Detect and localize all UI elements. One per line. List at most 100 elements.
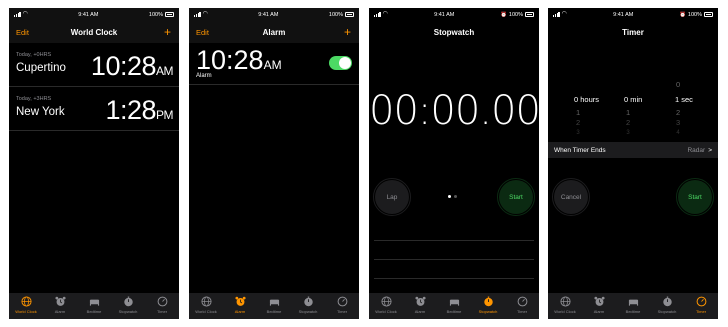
edit-button[interactable]: Edit bbox=[196, 28, 209, 37]
tab-world-clock[interactable]: World Clock bbox=[189, 293, 223, 319]
status-time: 9:41 AM bbox=[434, 11, 455, 18]
add-button[interactable]: + bbox=[164, 26, 171, 38]
page-title: World Clock bbox=[70, 27, 118, 37]
globe-icon bbox=[559, 296, 571, 307]
nav-bar: Edit Alarm + bbox=[189, 21, 359, 43]
alarm-row[interactable]: 10:28AM Alarm bbox=[189, 43, 359, 85]
chevron-right-icon: > bbox=[708, 146, 712, 154]
tab-alarm[interactable]: Alarm bbox=[403, 293, 437, 319]
alarm-label: Alarm bbox=[196, 73, 212, 79]
tab-world-clock[interactable]: World Clock bbox=[548, 293, 582, 319]
tab-timer[interactable]: Timer bbox=[325, 293, 359, 319]
list-item[interactable]: Today, +0HRS Cupertino 10:28AM bbox=[9, 43, 179, 87]
tab-bedtime[interactable]: Bedtime bbox=[257, 293, 291, 319]
nav-bar: Stopwatch bbox=[369, 21, 539, 43]
duration-picker[interactable]: 0 0 hours 0 min 1 sec 123 123 234 bbox=[548, 68, 718, 138]
globe-icon bbox=[380, 296, 392, 307]
status-bar: ◠ 9:41 AM ⏰ 100% bbox=[369, 8, 539, 21]
city-name: New York bbox=[16, 106, 65, 118]
sec-column[interactable]: 234 bbox=[676, 108, 680, 138]
tab-label: Stopwatch bbox=[298, 309, 318, 314]
signal-icon bbox=[194, 12, 201, 17]
tab-label: Bedtime bbox=[86, 309, 102, 314]
alarm-clock-icon bbox=[593, 296, 605, 307]
status-time: 9:41 AM bbox=[258, 11, 279, 18]
wifi-icon: ◠ bbox=[382, 11, 388, 17]
timer-screen: ◠ 9:41 AM ⏰ 100% Timer 0 0 hours 0 min 1 … bbox=[548, 8, 718, 319]
alarm-clock-icon bbox=[234, 296, 246, 307]
battery-icon bbox=[344, 12, 354, 17]
battery-icon bbox=[704, 12, 713, 17]
page-title: Stopwatch bbox=[433, 27, 475, 37]
tab-stopwatch[interactable]: Stopwatch bbox=[291, 293, 325, 319]
timer-icon bbox=[517, 296, 528, 307]
add-button[interactable]: + bbox=[344, 26, 351, 38]
stopwatch-icon bbox=[123, 296, 134, 307]
start-button[interactable]: Start bbox=[497, 178, 535, 216]
alarm-status-icon: ⏰ bbox=[500, 11, 507, 18]
tab-label: Timer bbox=[695, 309, 707, 314]
tab-label: Timer bbox=[156, 309, 168, 314]
page-indicator[interactable] bbox=[448, 195, 457, 198]
battery-percent: 100% bbox=[508, 11, 523, 18]
globe-icon bbox=[20, 296, 32, 307]
alarm-time: 10:28AM bbox=[196, 45, 282, 75]
wifi-icon: ◠ bbox=[202, 11, 208, 17]
cancel-button[interactable]: Cancel bbox=[552, 178, 590, 216]
tab-bedtime[interactable]: Bedtime bbox=[616, 293, 650, 319]
tab-stopwatch[interactable]: Stopwatch bbox=[471, 293, 505, 319]
tab-label: World Clock bbox=[554, 309, 576, 314]
tab-alarm[interactable]: Alarm bbox=[223, 293, 257, 319]
tab-label: Alarm bbox=[414, 309, 426, 314]
tab-alarm[interactable]: Alarm bbox=[43, 293, 77, 319]
tab-world-clock[interactable]: World Clock bbox=[369, 293, 403, 319]
tab-timer[interactable]: Timer bbox=[684, 293, 718, 319]
tab-bedtime[interactable]: Bedtime bbox=[77, 293, 111, 319]
tab-label: Timer bbox=[336, 309, 348, 314]
min-value: 0 bbox=[624, 95, 629, 104]
tab-alarm[interactable]: Alarm bbox=[582, 293, 616, 319]
tab-label: World Clock bbox=[15, 309, 37, 314]
tab-label: World Clock bbox=[195, 309, 217, 314]
page-title: Alarm bbox=[262, 27, 286, 37]
tab-label: Stopwatch bbox=[118, 309, 138, 314]
timer-icon bbox=[337, 296, 348, 307]
alarm-screen: ◠ 9:41 AM 100% Edit Alarm + 10:28AM Alar… bbox=[189, 8, 359, 319]
city-time: 10:28AM bbox=[90, 51, 174, 81]
tab-label: Bedtime bbox=[625, 309, 641, 314]
sec-unit: sec bbox=[681, 95, 693, 104]
alarm-toggle[interactable] bbox=[329, 56, 352, 70]
min-column[interactable]: 123 bbox=[626, 108, 630, 138]
tab-timer[interactable]: Timer bbox=[505, 293, 539, 319]
globe-icon bbox=[200, 296, 212, 307]
wifi-icon: ◠ bbox=[22, 11, 28, 17]
hours-value: 0 bbox=[574, 95, 579, 104]
signal-icon bbox=[374, 12, 381, 17]
battery-percent: 100% bbox=[148, 11, 163, 18]
tab-timer[interactable]: Timer bbox=[145, 293, 179, 319]
status-bar: ◠ 9:41 AM 100% bbox=[189, 8, 359, 21]
when-timer-ends-row[interactable]: When Timer Ends Radar > bbox=[548, 142, 718, 158]
battery-icon bbox=[525, 12, 534, 17]
hours-column[interactable]: 123 bbox=[576, 108, 580, 138]
lap-button[interactable]: Lap bbox=[373, 178, 411, 216]
tab-stopwatch[interactable]: Stopwatch bbox=[111, 293, 145, 319]
tab-world-clock[interactable]: World Clock bbox=[9, 293, 43, 319]
bed-icon bbox=[269, 296, 280, 307]
tab-bedtime[interactable]: Bedtime bbox=[437, 293, 471, 319]
battery-percent: 100% bbox=[687, 11, 702, 18]
tab-stopwatch[interactable]: Stopwatch bbox=[650, 293, 684, 319]
lap-list bbox=[374, 222, 534, 298]
when-timer-ends-label: When Timer Ends bbox=[554, 146, 606, 154]
min-unit: min bbox=[630, 95, 643, 104]
list-item[interactable]: Today, +3HRS New York 1:28PM bbox=[9, 87, 179, 131]
alarm-clock-icon bbox=[54, 296, 66, 307]
start-button[interactable]: Start bbox=[676, 178, 714, 216]
edit-button[interactable]: Edit bbox=[16, 28, 29, 37]
sec-value: 1 bbox=[675, 95, 680, 104]
signal-icon bbox=[553, 12, 560, 17]
timer-icon bbox=[157, 296, 168, 307]
status-bar: ◠ 9:41 AM 100% bbox=[9, 8, 179, 21]
ringtone-value: Radar bbox=[687, 146, 706, 154]
alarm-status-icon: ⏰ bbox=[679, 11, 686, 18]
